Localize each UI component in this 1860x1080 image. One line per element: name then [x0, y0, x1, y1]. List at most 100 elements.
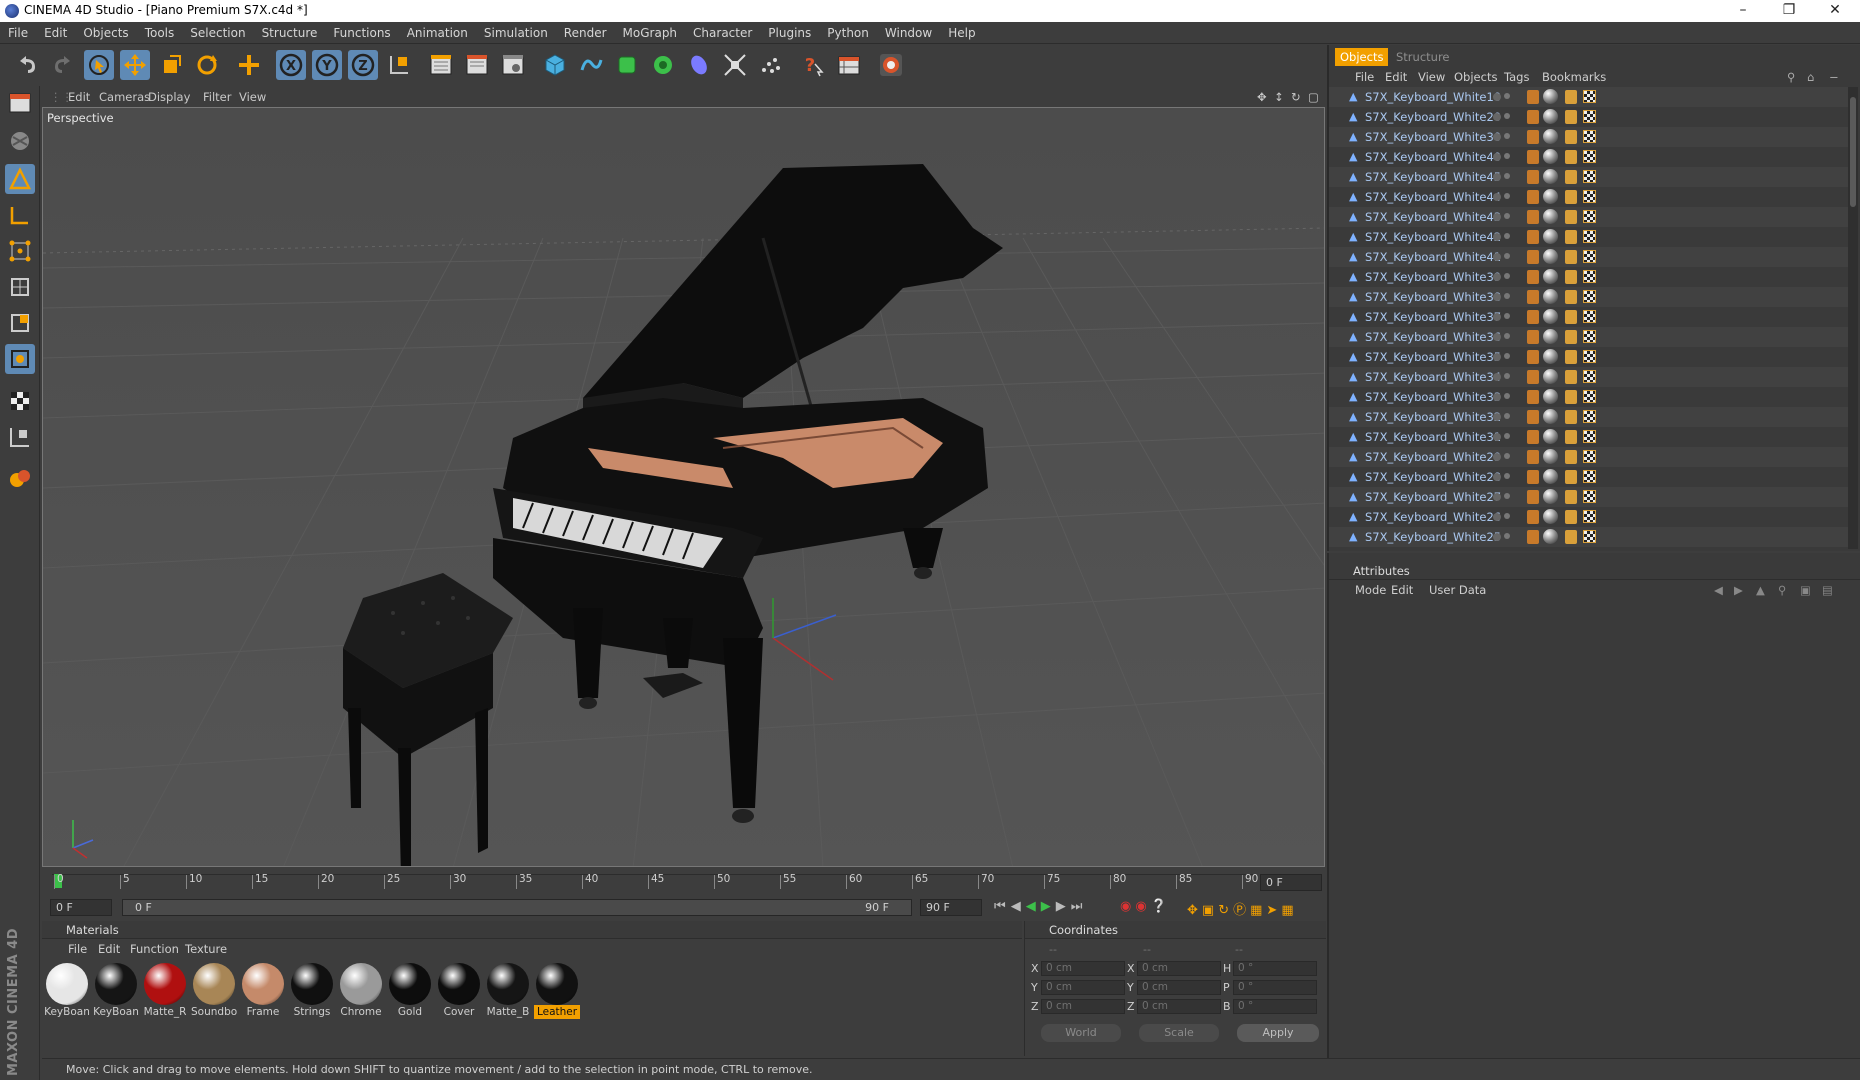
- visibility-dot-icon[interactable]: [1493, 173, 1501, 181]
- phong-tag-icon[interactable]: [1527, 350, 1539, 364]
- next-key-icon[interactable]: ▶: [1056, 899, 1071, 914]
- phong-tag-icon[interactable]: [1527, 370, 1539, 384]
- live-selection-icon[interactable]: [84, 50, 114, 80]
- apply-button[interactable]: Apply: [1237, 1024, 1319, 1042]
- coordinate-field[interactable]: 0 °: [1233, 961, 1317, 976]
- material-tag-icon[interactable]: [1543, 89, 1558, 104]
- visibility-dot-icon[interactable]: [1493, 533, 1501, 541]
- uvw-tag-icon[interactable]: [1583, 330, 1596, 343]
- model-mode-icon[interactable]: [5, 164, 35, 194]
- menu-functions[interactable]: Functions: [325, 22, 398, 44]
- record-icon[interactable]: ◉: [1120, 899, 1135, 914]
- undo-icon[interactable]: [12, 50, 42, 80]
- x-axis-icon[interactable]: X: [276, 50, 306, 80]
- phong-tag-icon[interactable]: [1527, 330, 1539, 344]
- material-tag-icon[interactable]: [1543, 509, 1558, 524]
- cloner-icon[interactable]: [648, 50, 678, 80]
- particles-icon[interactable]: [756, 50, 786, 80]
- up-icon[interactable]: ▲: [1756, 581, 1765, 599]
- go-to-end-icon[interactable]: ⏭: [1071, 899, 1088, 914]
- display-tag-icon[interactable]: [1565, 230, 1577, 244]
- motion-icon[interactable]: ➤: [1266, 903, 1281, 918]
- coordinate-field[interactable]: 0 °: [1233, 999, 1317, 1014]
- menu-window[interactable]: Window: [877, 22, 940, 44]
- phong-tag-icon[interactable]: [1527, 430, 1539, 444]
- menu-help[interactable]: Help: [940, 22, 983, 44]
- phong-tag-icon[interactable]: [1527, 210, 1539, 224]
- display-tag-icon[interactable]: [1565, 250, 1577, 264]
- render-dot-icon[interactable]: [1504, 313, 1510, 319]
- start-frame-field[interactable]: 0 F: [50, 899, 112, 916]
- phong-tag-icon[interactable]: [1527, 510, 1539, 524]
- phong-tag-icon[interactable]: [1527, 90, 1539, 104]
- material-tag-icon[interactable]: [1543, 369, 1558, 384]
- uvw-tag-icon[interactable]: [1583, 510, 1596, 523]
- object-row[interactable]: ▲ S7X_Keyboard_White36: [1329, 327, 1849, 347]
- material-swatch[interactable]: Gold: [387, 961, 433, 1019]
- object-row[interactable]: ▲ S7X_Keyboard_White29: [1329, 447, 1849, 467]
- render-dot-icon[interactable]: [1504, 533, 1510, 539]
- phong-tag-icon[interactable]: [1527, 470, 1539, 484]
- phong-tag-icon[interactable]: [1527, 390, 1539, 404]
- display-tag-icon[interactable]: [1565, 530, 1577, 544]
- menu-structure[interactable]: Structure: [254, 22, 326, 44]
- scale-icon[interactable]: [156, 50, 186, 80]
- display-tag-icon[interactable]: [1565, 510, 1577, 524]
- material-swatch[interactable]: Chrome: [338, 961, 384, 1019]
- phong-tag-icon[interactable]: [1527, 490, 1539, 504]
- materials-menu-texture[interactable]: Texture: [185, 940, 227, 958]
- uvw-tag-icon[interactable]: [1583, 350, 1596, 363]
- materials-menu-file[interactable]: File: [68, 940, 87, 958]
- phong-tag-icon[interactable]: [1527, 170, 1539, 184]
- render-dot-icon[interactable]: [1504, 473, 1510, 479]
- layout-icon[interactable]: [834, 50, 864, 80]
- render-dot-icon[interactable]: [1504, 393, 1510, 399]
- render-dot-icon[interactable]: [1504, 433, 1510, 439]
- new-view-icon[interactable]: ▤: [1822, 581, 1833, 599]
- uvw-tag-icon[interactable]: [1583, 130, 1596, 143]
- visibility-dot-icon[interactable]: [1493, 393, 1501, 401]
- menu-selection[interactable]: Selection: [182, 22, 253, 44]
- previous-key-icon[interactable]: ◀: [1011, 899, 1026, 914]
- display-tag-icon[interactable]: [1565, 310, 1577, 324]
- display-tag-icon[interactable]: [1565, 450, 1577, 464]
- render-dot-icon[interactable]: [1504, 173, 1510, 179]
- phong-tag-icon[interactable]: [1527, 530, 1539, 544]
- render-dot-icon[interactable]: [1504, 353, 1510, 359]
- visibility-dot-icon[interactable]: [1493, 273, 1501, 281]
- display-tag-icon[interactable]: [1565, 170, 1577, 184]
- coordinate-field[interactable]: 0 cm: [1137, 961, 1221, 976]
- material-swatch[interactable]: Matte_R: [142, 961, 188, 1019]
- range-slider[interactable]: 0 F 90 F: [122, 899, 912, 916]
- display-tag-icon[interactable]: [1565, 290, 1577, 304]
- coordinate-field[interactable]: 0 °: [1233, 980, 1317, 995]
- phong-tag-icon[interactable]: [1527, 250, 1539, 264]
- object-row[interactable]: ▲ S7X_Keyboard_White38: [1329, 287, 1849, 307]
- y-axis-icon[interactable]: Y: [312, 50, 342, 80]
- visibility-dot-icon[interactable]: [1493, 313, 1501, 321]
- key-param-icon[interactable]: Ⓟ: [1233, 903, 1250, 918]
- coordinate-field[interactable]: 0 cm: [1041, 999, 1125, 1014]
- render-dot-icon[interactable]: [1504, 233, 1510, 239]
- visibility-dot-icon[interactable]: [1493, 253, 1501, 261]
- visibility-dot-icon[interactable]: [1493, 413, 1501, 421]
- material-tag-icon[interactable]: [1543, 449, 1558, 464]
- play-backward-icon[interactable]: ◀: [1026, 899, 1041, 914]
- render-dot-icon[interactable]: [1504, 93, 1510, 99]
- paint-icon[interactable]: [5, 464, 35, 494]
- home-icon[interactable]: ⌂: [1807, 68, 1814, 86]
- object-row[interactable]: ▲ S7X_Keyboard_White35: [1329, 347, 1849, 367]
- minimize-icon[interactable]: –: [1720, 0, 1766, 22]
- checkerboard-sphere-icon[interactable]: [5, 126, 35, 156]
- object-row[interactable]: ▲ S7X_Keyboard_White39: [1329, 267, 1849, 287]
- uvw-tag-icon[interactable]: [1583, 410, 1596, 423]
- material-tag-icon[interactable]: [1543, 489, 1558, 504]
- uvw-tag-icon[interactable]: [1583, 250, 1596, 263]
- visibility-dot-icon[interactable]: [1493, 93, 1501, 101]
- coordinate-field[interactable]: 0 cm: [1041, 961, 1125, 976]
- world-dropdown[interactable]: World: [1041, 1024, 1121, 1042]
- menu-tools[interactable]: Tools: [137, 22, 183, 44]
- viewport-menu-display[interactable]: Display: [148, 90, 190, 104]
- material-swatch[interactable]: KeyBoan: [93, 961, 139, 1019]
- help-icon[interactable]: ?: [798, 50, 828, 80]
